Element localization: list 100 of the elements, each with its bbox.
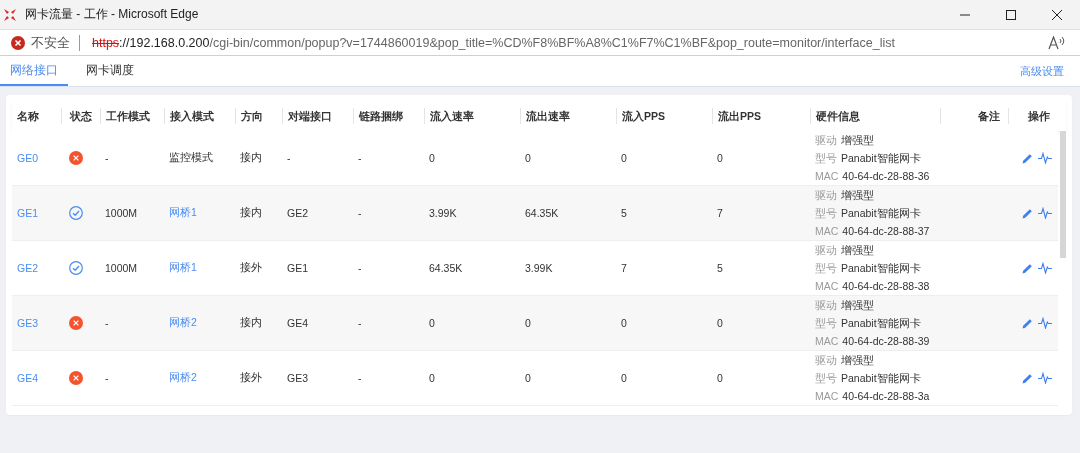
tab[interactable]: 网络接口 [0,56,68,86]
bond-cell-text: - [357,207,363,219]
rate-cell-text: 0 [428,372,436,384]
bridge-link[interactable]: 网桥2 [164,316,235,330]
maximize-icon[interactable] [1006,9,1016,20]
peer-cell-text: GE4 [286,317,309,329]
column-header: 流入速率 [424,108,520,124]
hardware-label: 驱动 [815,244,837,256]
interface-name-link[interactable]: GE3 [12,317,61,329]
pulse-icon[interactable] [1038,262,1052,274]
pulse-icon[interactable] [1038,152,1052,164]
interface-name-link[interactable]: GE2 [12,262,61,274]
hardware-label: 驱动 [815,134,837,146]
work-mode-cell-text: - [104,317,110,329]
hardware-label: 驱动 [815,299,837,311]
window-title: 网卡流量 - 工作 - Microsoft Edge [25,6,199,23]
column-header: 状态 [61,108,100,124]
hardware-label: 型号 [815,372,837,384]
pps-cell-text: 0 [620,372,628,384]
direction-cell-text: 接外 [239,261,263,275]
hardware-label: MAC [815,280,839,292]
pulse-icon[interactable] [1038,317,1052,329]
hardware-value: 增强型 [841,299,874,311]
hardware-label: MAC [815,335,839,347]
bridge-link[interactable]: 网桥1 [164,261,235,275]
interface-name-link[interactable]: GE0 [12,152,61,164]
column-header: 流出速率 [520,108,616,124]
hardware-label: 型号 [815,262,837,274]
scrollbar-thumb[interactable] [1060,131,1066,258]
pps-cell-text: 0 [620,152,628,164]
pps-cell-text: 0 [716,372,724,384]
pps-cell-text: 7 [716,207,724,219]
hardware-label: 型号 [815,317,837,329]
close-icon[interactable] [1052,9,1062,20]
edit-icon[interactable] [1022,317,1033,329]
hardware-value: 40-64-dc-28-88-36 [842,170,930,182]
pps-cell-text: 5 [620,207,628,219]
hardware-value: 增强型 [841,134,874,146]
column-header: 接入模式 [164,108,235,124]
hardware-label: MAC [815,170,839,182]
pulse-icon[interactable] [1038,372,1052,384]
hardware-value: 40-64-dc-28-88-39 [842,335,930,347]
bond-cell-text: - [357,372,363,384]
hardware-value: Panabit智能网卡 [841,372,921,384]
interface-name-link[interactable]: GE4 [12,372,61,384]
bond-cell-text: - [357,262,363,274]
hardware-label: 驱动 [815,189,837,201]
pps-cell-text: 7 [620,262,628,274]
read-aloud-icon[interactable] [1048,35,1066,50]
rate-cell-text: 64.35K [524,207,560,219]
interface-name-link[interactable]: GE1 [12,207,61,219]
work-mode-cell-text: - [104,152,110,164]
hardware-label: 型号 [815,152,837,164]
hardware-value: 增强型 [841,244,874,256]
edit-icon[interactable] [1022,262,1033,274]
column-header: 对端接口 [282,108,353,124]
rate-cell-text: 0 [428,152,436,164]
security-label[interactable]: 不安全 [31,33,70,52]
column-header: 备注 [940,108,1008,124]
bridge-link[interactable]: 网桥2 [164,371,235,385]
rate-cell-text: 0 [428,317,436,329]
edit-icon[interactable] [1022,152,1033,164]
column-header: 工作模式 [100,108,164,124]
tab[interactable]: 网卡调度 [76,56,144,86]
work-mode-cell-text: 1000M [104,207,139,219]
app-icon [3,7,17,22]
peer-cell-text: GE1 [286,262,309,274]
bond-cell-text: - [357,152,363,164]
column-header: 流入PPS [616,108,712,124]
rate-cell-text: 3.99K [524,262,554,274]
direction-cell-text: 接内 [239,316,263,330]
edit-icon[interactable] [1022,207,1033,219]
column-header: 方向 [235,108,282,124]
hardware-value: Panabit智能网卡 [841,207,921,219]
hardware-value: 增强型 [841,354,874,366]
hardware-label: MAC [815,390,839,402]
hardware-label: MAC [815,225,839,237]
column-header: 硬件信息 [810,108,940,124]
column-header: 链路捆绑 [353,108,424,124]
direction-cell-text: 接内 [239,151,263,165]
rate-cell-text: 0 [524,152,532,164]
peer-cell-text: - [286,152,292,164]
pulse-icon[interactable] [1038,207,1052,219]
url-text[interactable]: https://192.168.0.200/cgi-bin/common/popup?v=1744860019&pop_title=%CD%F8%BF%A8%C1%F7%C1%BF&pop_route=monitor/interface_list [92,35,895,50]
peer-cell-text: GE2 [286,207,309,219]
not-secure-icon [11,35,25,50]
work-mode-cell-text: - [104,372,110,384]
hardware-value: 增强型 [841,189,874,201]
direction-cell-text: 接外 [239,371,263,385]
rate-cell-text: 3.99K [428,207,458,219]
pps-cell-text: 0 [716,152,724,164]
bridge-link[interactable]: 网桥1 [164,206,235,220]
column-header: 流出PPS [712,108,810,124]
pps-cell-text: 0 [620,317,628,329]
hardware-value: Panabit智能网卡 [841,317,921,329]
pps-cell-text: 5 [716,262,724,274]
edit-icon[interactable] [1022,372,1033,384]
work-mode-cell-text: 1000M [104,262,139,274]
advanced-settings-link[interactable]: 高级设置 [1020,63,1064,79]
direction-cell-text: 接内 [239,206,263,220]
